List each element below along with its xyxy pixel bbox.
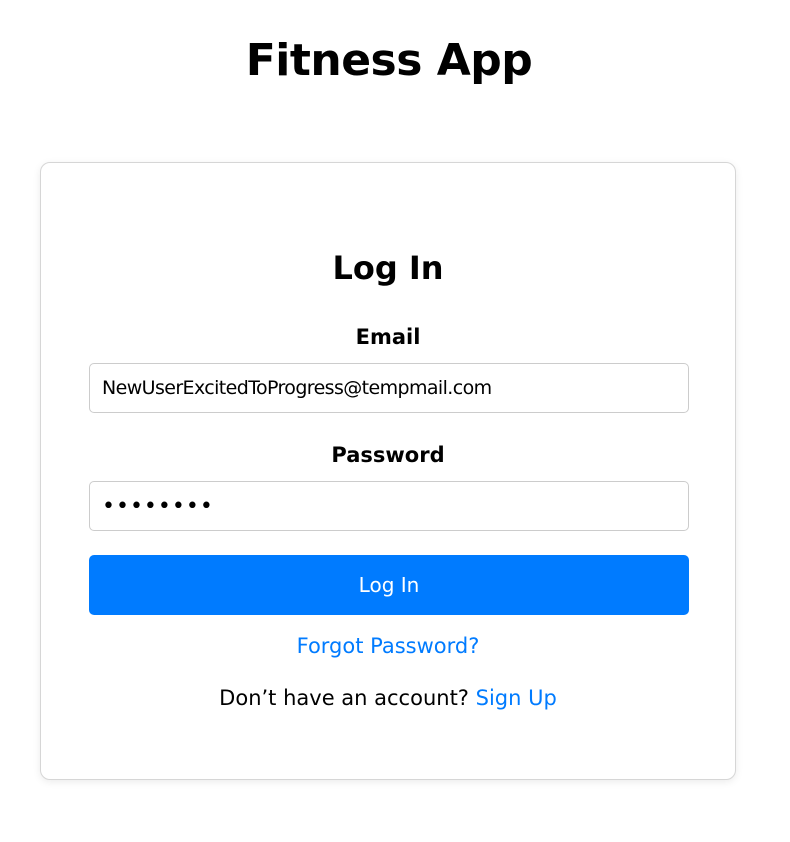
forgot-password-link[interactable]: Forgot Password? xyxy=(41,631,735,661)
signup-row: Don’t have an account? Sign Up xyxy=(41,683,735,713)
password-label: Password xyxy=(331,443,445,467)
password-input[interactable] xyxy=(89,481,689,531)
email-input[interactable] xyxy=(89,363,689,413)
signup-link[interactable]: Sign Up xyxy=(476,686,557,710)
email-label: Email xyxy=(355,325,421,349)
login-button[interactable]: Log In xyxy=(89,555,689,615)
app-title: Fitness App xyxy=(245,35,533,86)
login-form-title: Log In xyxy=(332,249,444,287)
login-card: Log In Email Password Log In Forgot Pass… xyxy=(40,162,736,780)
signup-prompt-text: Don’t have an account? xyxy=(219,686,469,710)
